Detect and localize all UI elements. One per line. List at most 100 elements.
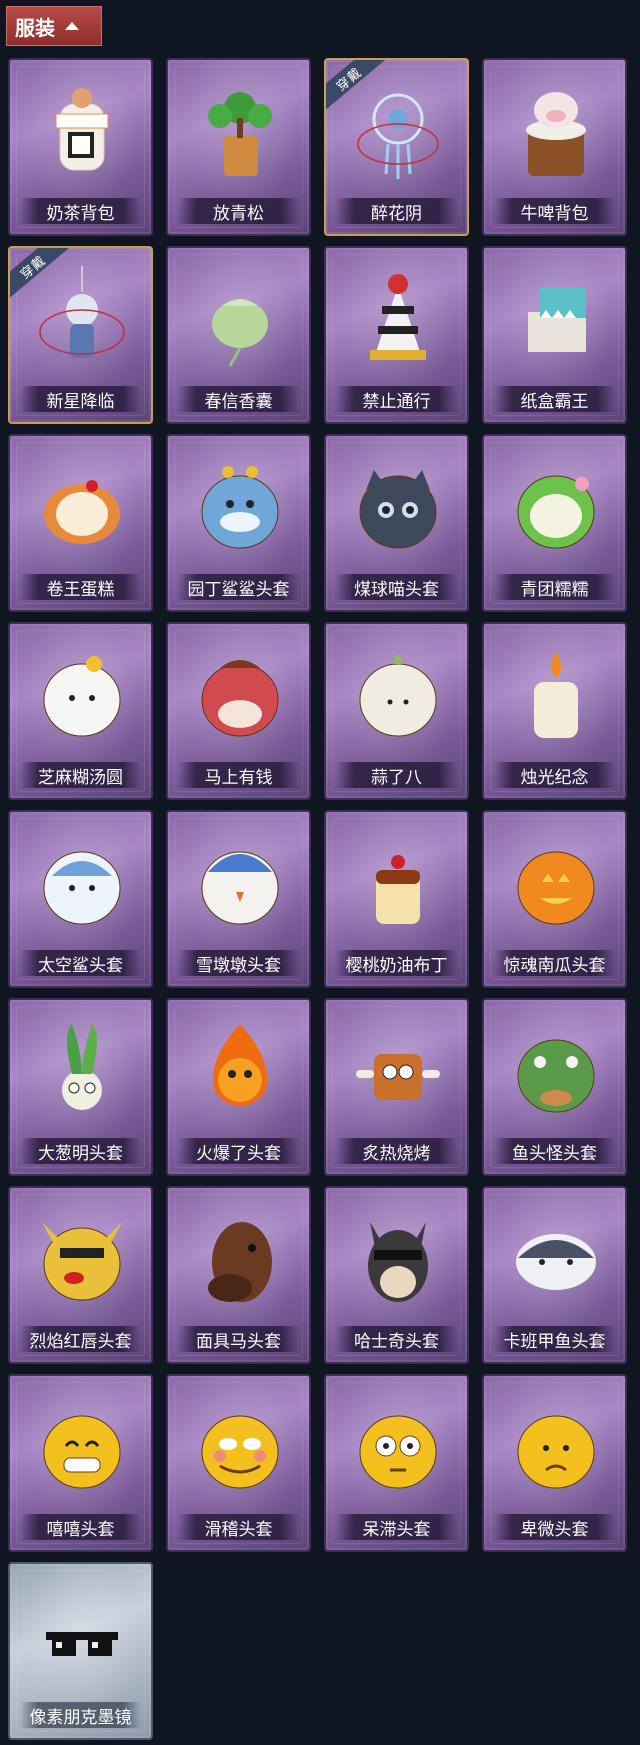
item-name: 太空鲨头套	[20, 950, 141, 976]
item-card[interactable]: 像素朋克墨镜	[8, 1562, 153, 1740]
garlic-icon	[348, 638, 448, 748]
fish-blob-icon	[506, 1202, 606, 1312]
item-card[interactable]: 青团糯糯	[482, 434, 627, 612]
cat-head-icon	[348, 450, 448, 560]
item-name: 青团糯糯	[494, 574, 615, 600]
item-name: 卡班甲鱼头套	[494, 1326, 615, 1352]
item-card[interactable]: 牛啤背包	[482, 58, 627, 236]
item-card[interactable]: 哈士奇头套	[324, 1186, 469, 1364]
item-name: 面具马头套	[178, 1326, 299, 1352]
item-card[interactable]: 呆滞头套	[324, 1374, 469, 1552]
item-name: 煤球喵头套	[336, 574, 457, 600]
item-name: 烛光纪念	[494, 762, 615, 788]
item-name: 大葱明头套	[20, 1138, 141, 1164]
item-name: 芝麻糊汤圆	[20, 762, 141, 788]
keychain-figure-icon	[32, 262, 132, 372]
item-card[interactable]: 烈焰红唇头套	[8, 1186, 153, 1364]
item-name: 春信香囊	[178, 386, 299, 412]
item-card[interactable]: 穿戴 新星降临	[8, 246, 153, 424]
item-card[interactable]: 鱼头怪头套	[482, 998, 627, 1176]
shark-head-icon	[190, 450, 290, 560]
traffic-cone-icon	[348, 262, 448, 372]
item-card[interactable]: 卡班甲鱼头套	[482, 1186, 627, 1364]
item-card[interactable]: 炙热烧烤	[324, 998, 469, 1176]
item-name: 樱桃奶油布丁	[336, 950, 457, 976]
item-card[interactable]: 滑稽头套	[166, 1374, 311, 1552]
item-card[interactable]: 放青松	[166, 58, 311, 236]
fish-head-icon	[506, 1014, 606, 1124]
funny-emoji-icon	[190, 1390, 290, 1500]
item-card[interactable]: 煤球喵头套	[324, 434, 469, 612]
item-card[interactable]: 蒜了八	[324, 622, 469, 800]
item-name: 纸盒霸王	[494, 386, 615, 412]
item-name: 炙热烧烤	[336, 1138, 457, 1164]
roll-cake-icon	[32, 450, 132, 560]
item-name: 放青松	[178, 198, 299, 224]
husky-head-icon	[348, 1202, 448, 1312]
pixel-sunglasses-icon	[32, 1578, 132, 1688]
item-name: 园丁鲨鲨头套	[178, 574, 299, 600]
item-card[interactable]: 太空鲨头套	[8, 810, 153, 988]
item-card[interactable]: 马上有钱	[166, 622, 311, 800]
item-card[interactable]: 卷王蛋糕	[8, 434, 153, 612]
item-name: 马上有钱	[178, 762, 299, 788]
rice-dumpling-icon	[32, 638, 132, 748]
item-name: 新星降临	[20, 386, 141, 412]
item-name: 卑微头套	[494, 1514, 615, 1540]
item-card[interactable]: 穿戴 醉花阴	[324, 58, 469, 236]
item-name: 哈士奇头套	[336, 1326, 457, 1352]
item-card[interactable]: 烛光纪念	[482, 622, 627, 800]
fire-head-icon	[190, 1014, 290, 1124]
item-card[interactable]: 火爆了头套	[166, 998, 311, 1176]
red-lips-mask-icon	[32, 1202, 132, 1312]
item-name: 嘻嘻头套	[20, 1514, 141, 1540]
dreamcatcher-icon	[348, 74, 448, 184]
item-name: 呆滞头套	[336, 1514, 457, 1540]
item-name: 牛啤背包	[494, 198, 615, 224]
milk-tea-backpack-icon	[32, 74, 132, 184]
pumpkin-icon	[506, 826, 606, 936]
box-dinosaur-icon	[506, 262, 606, 372]
snowman-head-icon	[190, 826, 290, 936]
item-card[interactable]: 嘻嘻头套	[8, 1374, 153, 1552]
item-name: 像素朋克墨镜	[20, 1702, 141, 1728]
item-name: 卷王蛋糕	[20, 574, 141, 600]
item-name: 禁止通行	[336, 386, 457, 412]
bbq-meat-icon	[348, 1014, 448, 1124]
horse-mask-icon	[190, 1202, 290, 1312]
humble-emoji-icon	[506, 1390, 606, 1500]
item-card[interactable]: 面具马头套	[166, 1186, 311, 1364]
item-card[interactable]: 卑微头套	[482, 1374, 627, 1552]
cow-beer-barrel-icon	[506, 74, 606, 184]
item-card[interactable]: 纸盒霸王	[482, 246, 627, 424]
item-card[interactable]: 惊魂南瓜头套	[482, 810, 627, 988]
item-name: 蒜了八	[336, 762, 457, 788]
horse-plush-icon	[190, 638, 290, 748]
item-card[interactable]: 芝麻糊汤圆	[8, 622, 153, 800]
item-name: 烈焰红唇头套	[20, 1326, 141, 1352]
sachet-pouch-icon	[190, 262, 290, 372]
space-shark-icon	[32, 826, 132, 936]
dazed-emoji-icon	[348, 1390, 448, 1500]
item-card[interactable]: 春信香囊	[166, 246, 311, 424]
bonsai-pine-icon	[190, 74, 290, 184]
item-card[interactable]: 大葱明头套	[8, 998, 153, 1176]
chevron-up-icon	[65, 22, 79, 30]
item-name: 雪墩墩头套	[178, 950, 299, 976]
item-name: 鱼头怪头套	[494, 1138, 615, 1164]
green-rice-ball-icon	[506, 450, 606, 560]
item-card[interactable]: 樱桃奶油布丁	[324, 810, 469, 988]
item-card[interactable]: 奶茶背包	[8, 58, 153, 236]
category-tab-label: 服装	[15, 15, 55, 40]
item-card[interactable]: 园丁鲨鲨头套	[166, 434, 311, 612]
pudding-icon	[348, 826, 448, 936]
item-name: 奶茶背包	[20, 198, 141, 224]
category-tab-clothing[interactable]: 服装	[6, 6, 102, 46]
grin-emoji-icon	[32, 1390, 132, 1500]
scallion-head-icon	[32, 1014, 132, 1124]
item-name: 火爆了头套	[178, 1138, 299, 1164]
item-card[interactable]: 雪墩墩头套	[166, 810, 311, 988]
candle-icon	[506, 638, 606, 748]
item-name: 惊魂南瓜头套	[494, 950, 615, 976]
item-card[interactable]: 禁止通行	[324, 246, 469, 424]
